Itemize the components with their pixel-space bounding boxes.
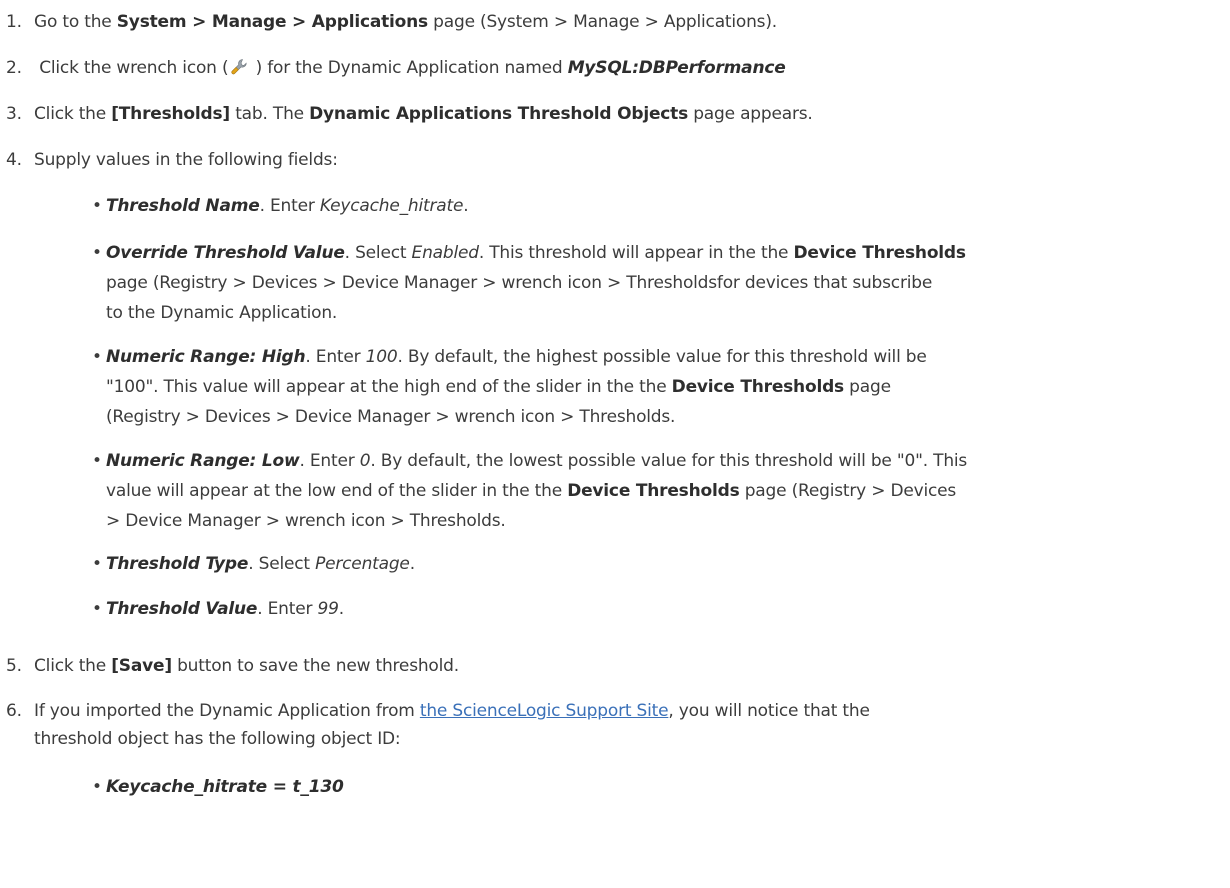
field-text: . Enter bbox=[299, 451, 360, 471]
field-text: . This threshold will appear in the the bbox=[478, 243, 794, 263]
object-id-item: • Keycache_hitrate = t_130 bbox=[92, 772, 1224, 802]
field-item-numeric-range-low: • Numeric Range: Low. Enter 0. By defaul… bbox=[92, 446, 1224, 536]
field-line: Threshold Value. Enter 99. bbox=[106, 594, 1224, 624]
field-line: Threshold Type. Select Percentage. bbox=[106, 549, 1224, 579]
field-value: 100 bbox=[365, 347, 398, 367]
field-item-threshold-value: • Threshold Value. Enter 99. bbox=[92, 594, 1224, 624]
field-value: 99 bbox=[317, 599, 339, 619]
field-text: "100". This value will appear at the hig… bbox=[106, 377, 672, 397]
field-label: Threshold Type bbox=[106, 554, 249, 574]
bullet-icon: • bbox=[92, 777, 102, 797]
field-text: . Select bbox=[248, 554, 316, 574]
page-name: Device Thresholds bbox=[793, 243, 967, 263]
field-value: Percentage bbox=[315, 554, 410, 574]
field-item-threshold-name: • Threshold Name. Enter Keycache_hitrate… bbox=[92, 191, 1224, 221]
field-line: Numeric Range: Low. Enter 0. By default,… bbox=[106, 446, 1224, 476]
field-value: 0 bbox=[359, 451, 371, 471]
tab-name: [Thresholds] bbox=[111, 104, 230, 124]
page-name: Device Thresholds bbox=[567, 481, 740, 501]
step-text: , you will notice that the bbox=[668, 701, 870, 721]
document: 1. Go to the System > Manage > Applicatio… bbox=[0, 0, 1230, 888]
field-line: page (Registry > Devices > Device Manage… bbox=[106, 273, 933, 293]
step-text: threshold object has the following objec… bbox=[34, 729, 401, 749]
field-item-threshold-type: • Threshold Type. Select Percentage. bbox=[92, 549, 1224, 579]
step-text: If you imported the Dynamic Application … bbox=[34, 701, 420, 721]
bullet-icon: • bbox=[92, 554, 102, 574]
field-text: . bbox=[463, 196, 469, 216]
step-text: Click the bbox=[34, 104, 112, 124]
field-line: value will appear at the low end of the … bbox=[106, 476, 1224, 506]
step-text: ) for the Dynamic Application named bbox=[250, 58, 568, 78]
field-line: Numeric Range: High. Enter 100. By defau… bbox=[106, 342, 1224, 372]
step-2: 2. Click the wrench icon ( ) for the Dyn… bbox=[6, 53, 1221, 83]
step-text: Click the bbox=[34, 656, 112, 676]
step-6-continued: threshold object has the following objec… bbox=[34, 724, 1230, 754]
field-line: Keycache_hitrate = t_130 bbox=[106, 772, 1224, 802]
field-item-numeric-range-high: • Numeric Range: High. Enter 100. By def… bbox=[92, 342, 1224, 432]
step-text: Click the wrench icon ( bbox=[34, 58, 229, 78]
field-label: Threshold Name bbox=[106, 196, 260, 216]
step-number: 6. bbox=[6, 701, 22, 721]
field-label: Threshold Value bbox=[106, 599, 258, 619]
object-id-text: Keycache_hitrate = t_130 bbox=[106, 777, 344, 797]
step-number: 5. bbox=[6, 656, 22, 676]
field-text: . By default, the highest possible value… bbox=[397, 347, 927, 367]
page-name: Dynamic Applications Threshold Objects bbox=[309, 104, 689, 124]
field-value: Keycache_hitrate bbox=[319, 196, 464, 216]
field-text: . bbox=[338, 599, 344, 619]
step-5: 5. Click the [Save] button to save the ne… bbox=[6, 651, 1221, 681]
step-6: 6. If you imported the Dynamic Applicatio… bbox=[6, 696, 1221, 726]
step-3: 3. Click the [Thresholds] tab. The Dynami… bbox=[6, 99, 1221, 129]
step-number: 1. bbox=[6, 12, 22, 32]
field-text: . Select bbox=[344, 243, 412, 263]
button-name: [Save] bbox=[111, 656, 172, 676]
field-text: . Enter bbox=[305, 347, 366, 367]
page-name: Device Thresholds bbox=[671, 377, 845, 397]
field-text: value will appear at the low end of the … bbox=[106, 481, 568, 501]
field-text: page bbox=[843, 377, 891, 397]
field-label: Numeric Range: Low bbox=[106, 451, 300, 471]
app-name: MySQL:DBPerformance bbox=[567, 58, 786, 78]
field-line: Override Threshold Value. Select Enabled… bbox=[106, 238, 1224, 268]
field-line: Threshold Name. Enter Keycache_hitrate. bbox=[106, 191, 1224, 221]
field-text: . bbox=[409, 554, 415, 574]
field-line: > Device Manager > wrench icon > Thresho… bbox=[106, 511, 506, 531]
bullet-icon: • bbox=[92, 451, 102, 471]
step-1: 1. Go to the System > Manage > Applicatio… bbox=[6, 7, 1221, 37]
field-label: Numeric Range: High bbox=[106, 347, 306, 367]
step-text: Go to the bbox=[34, 12, 117, 32]
step-text: tab. The bbox=[230, 104, 310, 124]
field-item-override-threshold-value: • Override Threshold Value. Select Enabl… bbox=[92, 238, 1224, 328]
step-text: page appears. bbox=[688, 104, 813, 124]
field-value: Enabled bbox=[411, 243, 480, 263]
step-text: page (System > Manage > Applications). bbox=[427, 12, 777, 32]
step-number: 2. bbox=[6, 58, 22, 78]
wrench-icon bbox=[230, 56, 248, 75]
field-line: "100". This value will appear at the hig… bbox=[106, 372, 1224, 402]
bullet-icon: • bbox=[92, 196, 102, 216]
field-text: page (Registry > Devices bbox=[739, 481, 957, 501]
bullet-icon: • bbox=[92, 347, 102, 367]
field-text: . Enter bbox=[259, 196, 320, 216]
nav-path: System > Manage > Applications bbox=[116, 12, 428, 32]
field-label: Override Threshold Value bbox=[106, 243, 345, 263]
support-site-link[interactable]: the ScienceLogic Support Site bbox=[420, 701, 669, 721]
field-text: . By default, the lowest possible value … bbox=[370, 451, 968, 471]
step-text: Supply values in the following fields: bbox=[34, 150, 338, 170]
bullet-icon: • bbox=[92, 599, 102, 619]
step-4: 4. Supply values in the following fields: bbox=[6, 145, 1221, 175]
step-text: button to save the new threshold. bbox=[171, 656, 459, 676]
step-number: 3. bbox=[6, 104, 22, 124]
field-text: . Enter bbox=[257, 599, 318, 619]
bullet-icon: • bbox=[92, 243, 102, 263]
field-line: (Registry > Devices > Device Manager > w… bbox=[106, 407, 676, 427]
step-number: 4. bbox=[6, 150, 22, 170]
field-line: to the Dynamic Application. bbox=[106, 303, 338, 323]
